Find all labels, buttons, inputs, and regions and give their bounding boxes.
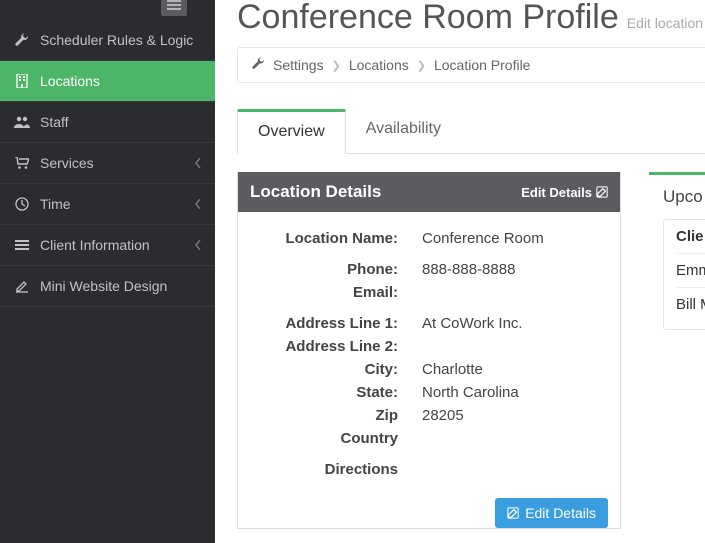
label-addr1: Address Line 1: — [248, 315, 398, 332]
sidebar-item-locations[interactable]: Locations — [0, 61, 215, 102]
breadcrumb-settings[interactable]: Settings — [273, 57, 324, 73]
chevron-left-icon — [195, 155, 201, 171]
value-location-name: Conference Room — [398, 230, 544, 247]
value-addr1: At CoWork Inc. — [398, 315, 523, 332]
sidebar-item-label: Staff — [40, 114, 69, 130]
value-phone: 888-888-8888 — [398, 261, 515, 278]
people-icon — [14, 116, 30, 128]
sidebar-item-label: Services — [40, 155, 94, 171]
chevron-left-icon — [195, 237, 201, 253]
upcoming-panel: Upco Clie Emm Bill M — [649, 172, 705, 529]
value-zip: 28205 — [398, 407, 464, 424]
list-item[interactable]: Emm — [676, 253, 705, 287]
edit-details-link[interactable]: Edit Details — [521, 185, 608, 200]
cart-icon — [14, 157, 30, 169]
form-icon — [14, 239, 30, 251]
sidebar-item-scheduler[interactable]: Scheduler Rules & Logic — [0, 20, 215, 61]
value-country — [398, 430, 422, 447]
label-city: City: — [248, 361, 398, 378]
label-zip: Zip — [248, 407, 398, 424]
chevron-right-icon: ❯ — [332, 59, 341, 72]
sidebar-item-mini-website[interactable]: Mini Website Design — [0, 266, 215, 307]
sidebar-topbar — [0, 0, 215, 20]
upcoming-title: Upco — [649, 172, 705, 219]
edit-icon — [596, 186, 608, 198]
label-state: State: — [248, 384, 398, 401]
clock-icon — [14, 197, 30, 211]
label-addr2: Address Line 2: — [248, 338, 398, 355]
tabs: Overview Availability — [237, 109, 705, 154]
chevron-right-icon: ❯ — [417, 59, 426, 72]
value-directions — [398, 461, 422, 478]
page-subtitle: Edit location details ar — [627, 15, 705, 31]
wrench-icon — [14, 33, 30, 47]
label-location-name: Location Name: — [248, 230, 398, 247]
building-icon — [14, 74, 30, 88]
hamburger-icon — [167, 0, 181, 10]
panel-header: Location Details Edit Details — [238, 172, 620, 212]
panel-title: Location Details — [250, 182, 381, 202]
label-country: Country — [248, 430, 398, 447]
tab-overview[interactable]: Overview — [237, 109, 346, 154]
menu-toggle-button[interactable] — [161, 0, 187, 16]
breadcrumb-current: Location Profile — [434, 57, 531, 73]
edit-icon — [14, 279, 30, 293]
sidebar-item-services[interactable]: Services — [0, 143, 215, 184]
main-content: Conference Room Profile Edit location de… — [215, 0, 705, 543]
list-item[interactable]: Bill M — [676, 287, 705, 321]
content-row: Location Details Edit Details Location N… — [237, 172, 705, 529]
label-phone: Phone: — [248, 261, 398, 278]
page-header: Conference Room Profile Edit location de… — [237, 0, 705, 37]
tab-availability[interactable]: Availability — [346, 109, 461, 153]
breadcrumb: Settings ❯ Locations ❯ Location Profile — [237, 47, 705, 83]
details-body: Location Name:Conference Room Phone:888-… — [238, 212, 620, 492]
label-directions: Directions — [248, 461, 398, 478]
value-city: Charlotte — [398, 361, 483, 378]
sidebar: Scheduler Rules & Logic Locations Staff … — [0, 0, 215, 543]
edit-details-label: Edit Details — [521, 185, 592, 200]
value-email — [398, 284, 422, 301]
value-state: North Carolina — [398, 384, 519, 401]
edit-icon — [507, 507, 519, 519]
chevron-left-icon — [195, 196, 201, 212]
sidebar-nav: Scheduler Rules & Logic Locations Staff … — [0, 20, 215, 307]
sidebar-item-client-info[interactable]: Client Information — [0, 225, 215, 266]
sidebar-item-label: Client Information — [40, 237, 150, 253]
label-email: Email: — [248, 284, 398, 301]
sidebar-item-time[interactable]: Time — [0, 184, 215, 225]
upcoming-header: Clie — [676, 228, 705, 253]
value-addr2 — [398, 338, 422, 355]
panel-footer: Edit Details — [238, 492, 620, 528]
location-details-panel: Location Details Edit Details Location N… — [237, 172, 621, 529]
sidebar-item-label: Locations — [40, 73, 100, 89]
sidebar-item-staff[interactable]: Staff — [0, 102, 215, 143]
page-title: Conference Room Profile — [237, 0, 619, 37]
sidebar-item-label: Mini Website Design — [40, 278, 167, 294]
upcoming-card: Clie Emm Bill M — [663, 219, 705, 330]
breadcrumb-locations[interactable]: Locations — [349, 57, 409, 73]
sidebar-item-label: Time — [40, 196, 71, 212]
edit-details-button[interactable]: Edit Details — [495, 498, 608, 528]
wrench-icon — [252, 57, 265, 73]
edit-details-button-label: Edit Details — [525, 505, 596, 521]
sidebar-item-label: Scheduler Rules & Logic — [40, 32, 193, 48]
